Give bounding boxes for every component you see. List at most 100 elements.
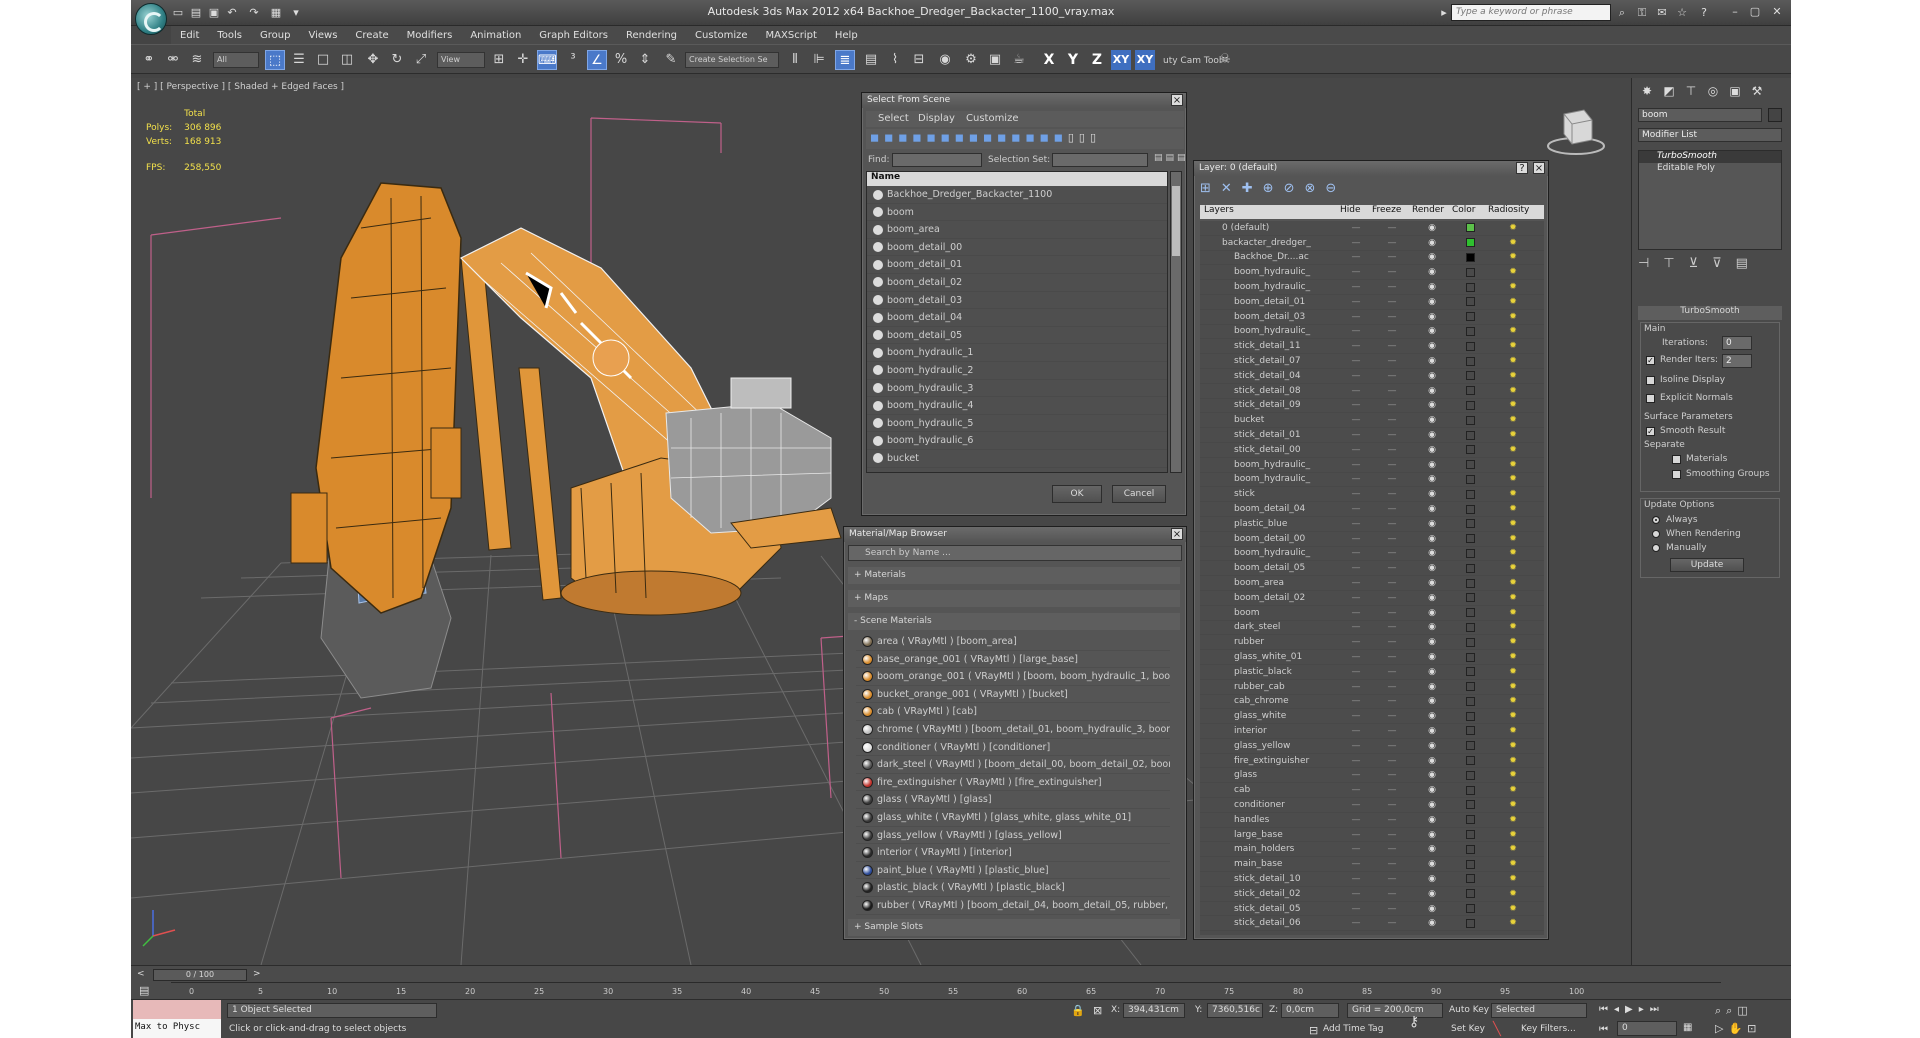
new-file-icon[interactable]: ▭	[171, 6, 185, 20]
layer-freeze-toggle[interactable]: —	[1372, 608, 1412, 618]
layer-hide-toggle[interactable]: —	[1340, 859, 1372, 869]
layer-hide-toggle[interactable]: —	[1340, 238, 1372, 248]
layer-freeze-toggle[interactable]: —	[1372, 430, 1412, 440]
motion-tab-icon[interactable]: ◎	[1704, 82, 1722, 100]
layer-row[interactable]: backacter_dredger_ — — ◉ ✹	[1200, 236, 1544, 251]
layer-row[interactable]: boom_hydraulic_ — — ◉ ✹	[1200, 458, 1544, 473]
material-browser-close-button[interactable]: ×	[1171, 528, 1183, 540]
teapot-render-icon[interactable]: ◉	[1412, 415, 1452, 425]
layer-hide-toggle[interactable]: —	[1340, 341, 1372, 351]
radiosity-icon[interactable]: ✹	[1488, 326, 1538, 336]
radiosity-icon[interactable]: ✹	[1488, 267, 1538, 277]
explicit-normals-checkbox[interactable]	[1646, 394, 1655, 403]
search-arrow-icon[interactable]: ▸	[1437, 6, 1451, 20]
layer-row[interactable]: stick_detail_08— — ◉ ✹	[1200, 384, 1544, 399]
undo-icon[interactable]: ↶	[225, 6, 239, 20]
radiosity-icon[interactable]: ✹	[1488, 622, 1538, 632]
menu-rendering[interactable]: Rendering	[617, 30, 686, 41]
scene-material-item[interactable]: bucket_orange_001 ( VRayMtl ) [bucket]	[856, 686, 1170, 704]
radiosity-icon[interactable]: ✹	[1488, 400, 1538, 410]
layer-hide-toggle[interactable]: —	[1340, 830, 1372, 840]
layer-freeze-toggle[interactable]: —	[1372, 548, 1412, 558]
layer-hide-toggle[interactable]: —	[1340, 889, 1372, 899]
layer-color-swatch[interactable]	[1465, 844, 1475, 854]
layer-freeze-toggle[interactable]: —	[1372, 223, 1412, 233]
layer-freeze-toggle[interactable]: —	[1372, 252, 1412, 262]
teapot-render-icon[interactable]: ◉	[1412, 356, 1452, 366]
radiosity-icon[interactable]: ✹	[1488, 874, 1538, 884]
sfs-list-item[interactable]: boom_detail_01	[867, 256, 1167, 274]
lock-selection-icon[interactable]: 🔒	[1071, 1004, 1085, 1017]
radiosity-icon[interactable]: ✹	[1488, 696, 1538, 706]
object-color-swatch[interactable]	[1768, 108, 1782, 122]
layer-row[interactable]: glass_yellow — — ◉ ✹	[1200, 739, 1544, 754]
sfs-list-item[interactable]: boom_detail_03	[867, 292, 1167, 310]
menu-modifiers[interactable]: Modifiers	[398, 30, 462, 41]
radiosity-icon[interactable]: ✹	[1488, 608, 1538, 618]
layer-color-swatch[interactable]	[1465, 741, 1475, 751]
utilities-tab-icon[interactable]: ⚒	[1748, 82, 1766, 100]
teapot-render-icon[interactable]: ◉	[1412, 534, 1452, 544]
teapot-render-icon[interactable]: ◉	[1412, 519, 1452, 529]
select-by-name-icon[interactable]: ☰	[289, 50, 309, 70]
layer-hide-toggle[interactable]: —	[1340, 282, 1372, 292]
percent-snap-icon[interactable]: %	[611, 50, 631, 70]
layer-hide-toggle[interactable]: —	[1340, 593, 1372, 603]
layer-row[interactable]: main_holders — — ◉ ✹	[1200, 842, 1544, 858]
layer-freeze-toggle[interactable]: —	[1372, 726, 1412, 736]
layer-color-swatch[interactable]	[1465, 593, 1475, 603]
help-icon[interactable]: ?	[1697, 6, 1711, 20]
layer-row[interactable]: stick_detail_05— — ◉ ✹	[1200, 902, 1544, 917]
layer-row[interactable]: boom_area — — ◉ ✹	[1200, 576, 1544, 591]
layer-freeze-toggle[interactable]: —	[1372, 756, 1412, 766]
turbosmooth-rollout-header[interactable]: TurboSmooth	[1638, 306, 1782, 320]
communication-center-icon[interactable]: ✉	[1655, 6, 1669, 20]
render-production-icon[interactable]: ☕	[1009, 50, 1029, 70]
sfs-menu-select[interactable]: Select	[878, 113, 909, 124]
radiosity-icon[interactable]: ✹	[1488, 682, 1538, 692]
teapot-render-icon[interactable]: ◉	[1412, 341, 1452, 351]
scene-material-item[interactable]: area ( VRayMtl ) [boom_area]	[856, 633, 1170, 651]
radiosity-icon[interactable]: ✹	[1488, 844, 1538, 854]
update-button[interactable]: Update	[1670, 558, 1744, 572]
layer-freeze-toggle[interactable]: —	[1372, 312, 1412, 322]
teapot-render-icon[interactable]: ◉	[1412, 223, 1452, 233]
layer-hide-toggle[interactable]: —	[1340, 608, 1372, 618]
spinner-snap-icon[interactable]: ⇕	[635, 50, 655, 70]
layer-row[interactable]: plastic_blue — — ◉ ✹	[1200, 517, 1544, 532]
track-bar[interactable]: 0 5 10 15 20 25 30 35 40 45 50 55 60 65 70 75 80 85 90 95 10…	[171, 982, 1721, 1000]
layer-hide-toggle[interactable]: —	[1340, 474, 1372, 484]
set-key-button[interactable]: Set Key	[1451, 1024, 1485, 1034]
layer-hide-toggle[interactable]: —	[1340, 815, 1372, 825]
layer-color-swatch[interactable]	[1465, 489, 1475, 499]
layer-color-swatch[interactable]	[1465, 682, 1475, 692]
radiosity-icon[interactable]: ✹	[1488, 578, 1538, 588]
scene-material-item[interactable]: base_orange_001 ( VRayMtl ) [large_base]	[856, 651, 1170, 669]
radiosity-icon[interactable]: ✹	[1488, 519, 1538, 529]
teapot-render-icon[interactable]: ◉	[1412, 918, 1452, 928]
layer-color-swatch[interactable]	[1465, 918, 1475, 928]
project-folder-icon[interactable]: ▦	[269, 6, 283, 20]
layer-hide-toggle[interactable]: —	[1340, 534, 1372, 544]
layer-color-swatch[interactable]	[1465, 756, 1475, 766]
layer-freeze-toggle[interactable]: —	[1372, 474, 1412, 484]
sfs-menu-customize[interactable]: Customize	[966, 113, 1019, 124]
unlink-icon[interactable]: ⚮	[163, 50, 183, 70]
layer-row[interactable]: boom — — ◉ ✹	[1200, 606, 1544, 621]
radiosity-icon[interactable]: ✹	[1488, 918, 1538, 928]
scene-material-item[interactable]: fire_extinguisher ( VRayMtl ) [fire_exti…	[856, 774, 1170, 792]
layer-freeze-toggle[interactable]: —	[1372, 297, 1412, 307]
layer-manager-icon[interactable]: ≣	[835, 50, 855, 70]
menu-views[interactable]: Views	[299, 30, 346, 41]
layer-freeze-toggle[interactable]: —	[1372, 371, 1412, 381]
teapot-render-icon[interactable]: ◉	[1412, 489, 1452, 499]
layer-hide-toggle[interactable]: —	[1340, 252, 1372, 262]
layer-row[interactable]: boom_hydraulic_ — — ◉ ✹	[1200, 265, 1544, 281]
layer-row[interactable]: main_base — — ◉ ✹	[1200, 857, 1544, 873]
layer-hide-toggle[interactable]: —	[1340, 756, 1372, 766]
layer-row[interactable]: stick_detail_07— — ◉ ✹	[1200, 354, 1544, 369]
radiosity-icon[interactable]: ✹	[1488, 297, 1538, 307]
teapot-render-icon[interactable]: ◉	[1412, 312, 1452, 322]
sfs-filter-toolbar[interactable]: ◼◼◼◼◼◼◼◼◼◼◼◼◼◼▯▯▯	[866, 129, 1184, 149]
teapot-render-icon[interactable]: ◉	[1412, 371, 1452, 381]
